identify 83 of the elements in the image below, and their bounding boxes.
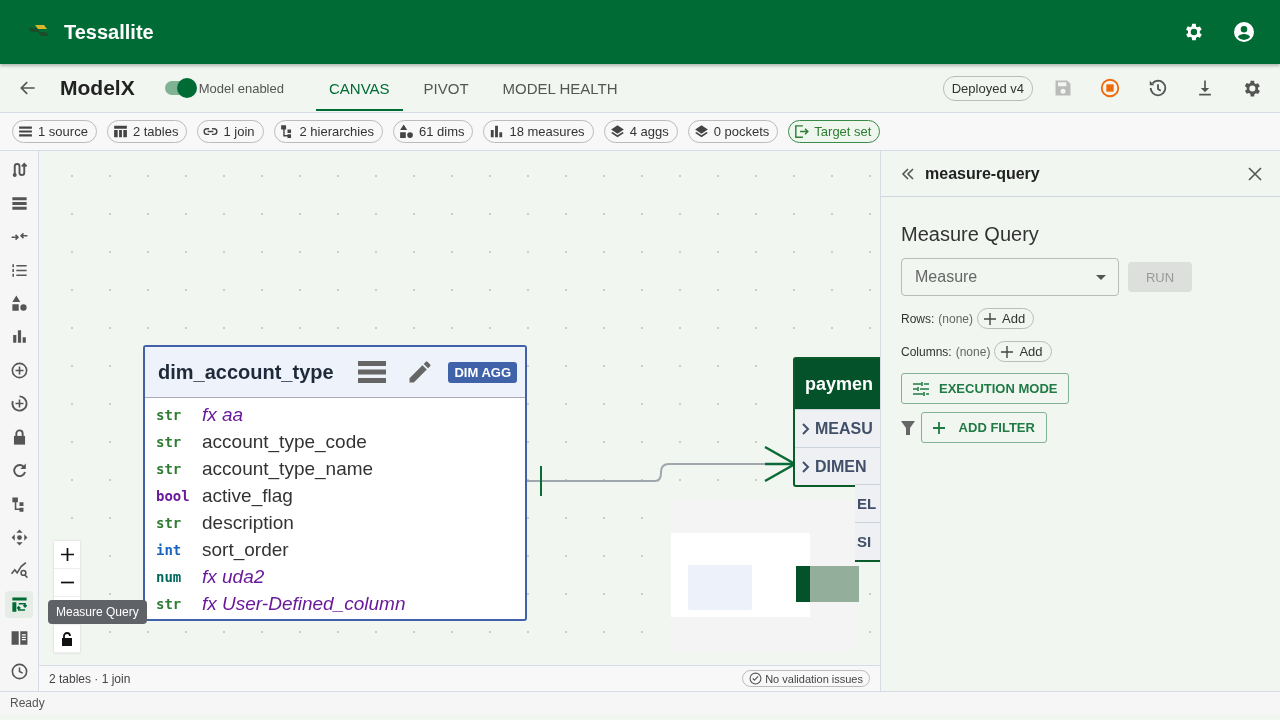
- column-name: fx aa: [202, 403, 244, 426]
- history-icon[interactable]: [1147, 77, 1169, 99]
- close-icon[interactable]: [1248, 166, 1262, 181]
- column-type: num: [156, 568, 183, 585]
- shapes-icon: [397, 123, 415, 140]
- app-name: Tessallite: [64, 20, 154, 44]
- add-filter-button[interactable]: ADD FILTER: [921, 412, 1047, 443]
- sidebar-item[interactable]: [5, 590, 33, 619]
- chart-search-icon: [9, 561, 29, 581]
- tab[interactable]: MODEL HEALTH: [489, 65, 631, 111]
- tab[interactable]: PIVOT: [410, 65, 482, 111]
- rows-value: (none): [938, 311, 974, 326]
- rows-label: Rows:: [901, 311, 935, 326]
- column-name: description: [202, 511, 294, 534]
- table-section[interactable]: EL: [855, 484, 880, 522]
- column-name: account_type_name: [202, 457, 374, 480]
- list-icon[interactable]: [358, 360, 387, 384]
- column-name: sort_order: [202, 538, 289, 561]
- dropdown-caret-icon: [1096, 274, 1106, 280]
- toggle-label: Model enabled: [198, 80, 284, 96]
- summary-chip[interactable]: 2 hierarchies: [273, 120, 383, 143]
- summary-chip[interactable]: 18 measures: [483, 120, 594, 143]
- table-card[interactable]: dim_account_type DIM AGG str fx aa str account_type_code str account_type_name bool active_flag str description int sort_order num fx uda2 str fx User-Defined_column: [143, 345, 527, 621]
- table-badge: DIM AGG: [448, 361, 517, 383]
- stop-icon[interactable]: [1099, 77, 1121, 99]
- execution-mode-button[interactable]: EXECUTION MODE: [901, 373, 1070, 404]
- table-section[interactable]: SI: [855, 522, 880, 562]
- chevron-right-icon: [802, 422, 810, 435]
- summary-chip[interactable]: 0 pockets: [687, 120, 779, 143]
- tab[interactable]: CANVAS: [315, 65, 403, 111]
- panel-title: measure-query: [925, 164, 1041, 183]
- plus-circle-icon: [9, 394, 29, 414]
- column-type: str: [156, 460, 183, 477]
- summary-chip[interactable]: 4 aggs: [603, 120, 678, 143]
- summary-chip[interactable]: Target set: [788, 120, 881, 143]
- column-type: str: [156, 433, 183, 450]
- export-icon: [793, 123, 811, 140]
- model-name: ModelX: [60, 76, 135, 100]
- column-name: active_flag: [202, 484, 293, 507]
- column-type: str: [156, 514, 183, 531]
- deploy-badge: Deployed v4: [942, 75, 1033, 101]
- column-name: account_type_code: [202, 430, 367, 453]
- query-icon: [9, 594, 29, 614]
- columns-value: (none): [955, 344, 991, 359]
- plus-icon: [60, 548, 74, 561]
- plus-icon: [1001, 345, 1014, 358]
- columns-label: Columns:: [901, 344, 952, 359]
- layers-icon: [692, 123, 710, 140]
- summary-chip[interactable]: 2 tables: [106, 120, 188, 143]
- plus-circle-icon: [9, 360, 29, 380]
- summary-chip[interactable]: 1 join: [197, 120, 264, 143]
- summary-chip[interactable]: 61 dims: [392, 120, 474, 143]
- column-type: bool: [156, 487, 191, 504]
- move-icon: [9, 528, 29, 548]
- status-text: Ready: [10, 696, 45, 710]
- table-card[interactable]: paymen MEASU DIMEN: [793, 357, 880, 487]
- table-icon: [111, 123, 129, 140]
- tooltip: Measure Query: [48, 600, 147, 624]
- table-name: paymen: [795, 359, 880, 409]
- plus-icon: [933, 421, 945, 434]
- summary-chip[interactable]: 1 source: [12, 120, 97, 143]
- column-name: fx User-Defined_column: [202, 592, 406, 615]
- filter-icon: [901, 420, 915, 435]
- panel-heading: Measure Query: [901, 223, 1039, 246]
- canvas-summary: 2 tables · 1 join: [49, 671, 131, 686]
- lock-icon: [61, 631, 73, 646]
- column-type: str: [156, 406, 183, 423]
- clock-icon: [9, 661, 29, 681]
- collapse-icon[interactable]: [901, 166, 915, 181]
- logo-icon: [28, 25, 50, 39]
- column-type: int: [156, 541, 183, 558]
- chevron-right-icon: [802, 460, 810, 473]
- model-toggle[interactable]: [164, 81, 195, 95]
- table-name: dim_account_type: [158, 360, 335, 384]
- layers-icon: [608, 123, 626, 140]
- sliders-icon: [913, 381, 929, 396]
- plus-icon: [984, 312, 997, 325]
- column-type: str: [156, 595, 183, 612]
- measure-select[interactable]: Measure: [901, 258, 1119, 296]
- shapes-icon: [9, 293, 29, 313]
- column-name: fx uda2: [202, 565, 265, 588]
- account-icon[interactable]: [1232, 20, 1256, 44]
- book-icon: [9, 628, 29, 648]
